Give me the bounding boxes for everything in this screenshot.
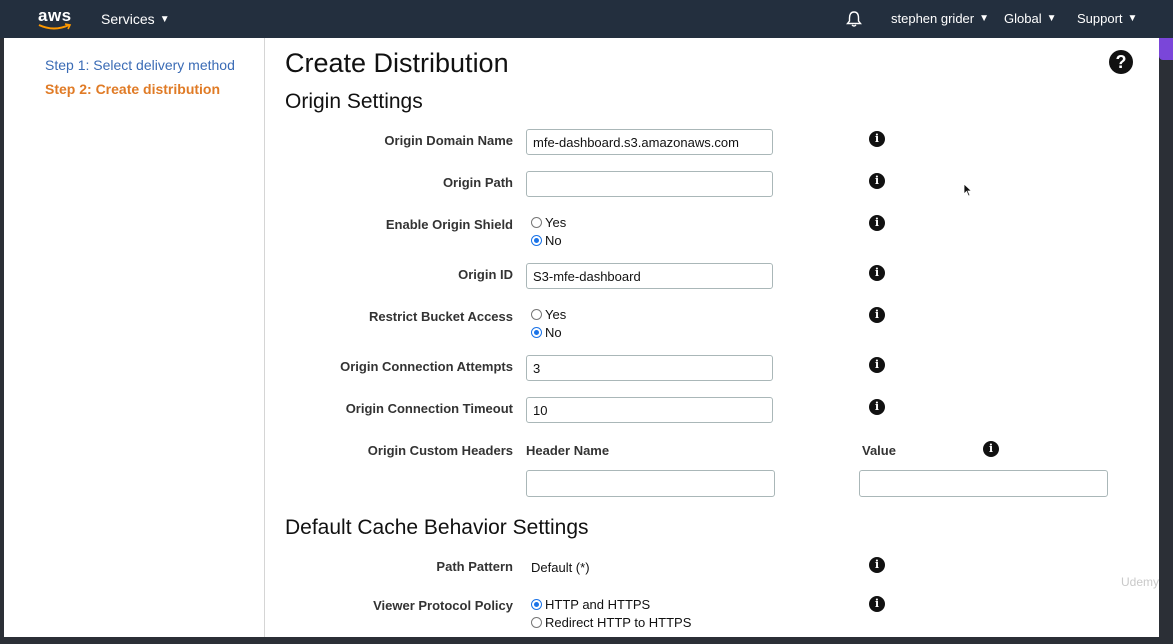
path-pattern-label: Path Pattern bbox=[436, 559, 513, 574]
info-icon[interactable]: i bbox=[869, 131, 885, 147]
aws-smile-icon bbox=[38, 23, 72, 30]
restrict-bucket-access-label: Restrict Bucket Access bbox=[368, 309, 513, 324]
value-column-heading: Value bbox=[862, 443, 896, 458]
origin-id-input[interactable] bbox=[526, 263, 773, 289]
cache-behavior-heading: Default Cache Behavior Settings bbox=[285, 516, 589, 539]
viewer-policy-redirect-radio[interactable] bbox=[531, 617, 542, 628]
restrict-bucket-yes-label: Yes bbox=[545, 307, 567, 322]
restrict-bucket-no-label: No bbox=[545, 325, 562, 340]
info-icon[interactable]: i bbox=[983, 441, 999, 457]
viewer-policy-http-https-label: HTTP and HTTPS bbox=[545, 597, 651, 612]
custom-header-name-input[interactable] bbox=[526, 470, 775, 497]
origin-connection-attempts-label: Origin Connection Attempts bbox=[340, 359, 513, 374]
info-icon[interactable]: i bbox=[869, 265, 885, 281]
window-frame-right bbox=[1159, 0, 1173, 644]
origin-connection-timeout-input[interactable] bbox=[526, 397, 773, 423]
wizard-steps-sidebar: Step 1: Select delivery method Step 2: C… bbox=[4, 38, 265, 637]
origin-shield-no-option[interactable]: No bbox=[531, 233, 562, 248]
restrict-bucket-yes-option[interactable]: Yes bbox=[531, 307, 566, 322]
chevron-down-icon: ▼ bbox=[979, 13, 990, 24]
info-icon[interactable]: i bbox=[869, 357, 885, 373]
origin-domain-name-input[interactable] bbox=[526, 129, 773, 155]
origin-path-input[interactable] bbox=[526, 171, 773, 197]
restrict-bucket-no-option[interactable]: No bbox=[531, 325, 562, 340]
info-icon[interactable]: i bbox=[869, 596, 885, 612]
origin-connection-attempts-input[interactable] bbox=[526, 355, 773, 381]
region-menu[interactable]: Global ▼ bbox=[1004, 11, 1056, 26]
mouse-pointer-icon bbox=[963, 183, 973, 197]
origin-id-label: Origin ID bbox=[458, 267, 513, 282]
info-icon[interactable]: i bbox=[869, 557, 885, 573]
origin-shield-no-radio[interactable] bbox=[531, 235, 542, 246]
region-label: Global bbox=[1004, 11, 1042, 26]
custom-header-value-input[interactable] bbox=[859, 470, 1108, 497]
viewer-protocol-policy-label: Viewer Protocol Policy bbox=[373, 598, 513, 613]
info-icon[interactable]: i bbox=[869, 399, 885, 415]
origin-connection-timeout-label: Origin Connection Timeout bbox=[345, 401, 513, 416]
origin-domain-name-label: Origin Domain Name bbox=[384, 133, 513, 148]
viewer-policy-http-https-radio[interactable] bbox=[531, 599, 542, 610]
chevron-down-icon: ▼ bbox=[1046, 13, 1057, 24]
info-icon[interactable]: i bbox=[869, 307, 885, 323]
user-account-menu[interactable]: stephen grider ▼ bbox=[891, 11, 989, 26]
info-icon[interactable]: i bbox=[869, 173, 885, 189]
user-name: stephen grider bbox=[891, 11, 975, 26]
help-icon[interactable]: ? bbox=[1109, 50, 1133, 74]
origin-shield-yes-option[interactable]: Yes bbox=[531, 215, 566, 230]
top-navigation-bar: aws Services ▼ stephen grider ▼ Global ▼… bbox=[0, 0, 1173, 38]
step-1-link[interactable]: Step 1: Select delivery method bbox=[45, 57, 235, 73]
header-name-column-heading: Header Name bbox=[526, 443, 610, 458]
viewer-policy-http-https-option[interactable]: HTTP and HTTPS bbox=[531, 597, 650, 612]
restrict-bucket-yes-radio[interactable] bbox=[531, 309, 542, 320]
info-icon[interactable]: i bbox=[869, 215, 885, 231]
viewer-policy-redirect-label: Redirect HTTP to HTTPS bbox=[545, 615, 692, 630]
window-frame-bottom bbox=[0, 637, 1173, 644]
origin-shield-yes-label: Yes bbox=[545, 215, 567, 230]
enable-origin-shield-label: Enable Origin Shield bbox=[385, 217, 513, 232]
origin-shield-no-label: No bbox=[545, 233, 562, 248]
services-label: Services bbox=[101, 11, 155, 27]
page-title: Create Distribution bbox=[285, 48, 509, 78]
udemy-watermark: Udemy bbox=[1121, 575, 1160, 589]
viewer-policy-redirect-option[interactable]: Redirect HTTP to HTTPS bbox=[531, 615, 691, 630]
chevron-down-icon: ▼ bbox=[1127, 13, 1138, 24]
path-pattern-value: Default (*) bbox=[531, 560, 590, 575]
origin-custom-headers-label: Origin Custom Headers bbox=[367, 443, 513, 458]
origin-path-label: Origin Path bbox=[442, 175, 513, 190]
support-menu[interactable]: Support ▼ bbox=[1077, 11, 1137, 26]
origin-settings-heading: Origin Settings bbox=[285, 90, 423, 113]
step-2-current: Step 2: Create distribution bbox=[45, 81, 221, 97]
aws-logo[interactable]: aws bbox=[38, 6, 74, 32]
support-label: Support bbox=[1077, 11, 1123, 26]
services-menu[interactable]: Services ▼ bbox=[101, 11, 170, 27]
chevron-down-icon: ▼ bbox=[159, 13, 170, 25]
notifications-bell-icon[interactable] bbox=[845, 10, 863, 28]
origin-shield-yes-radio[interactable] bbox=[531, 217, 542, 228]
restrict-bucket-no-radio[interactable] bbox=[531, 327, 542, 338]
